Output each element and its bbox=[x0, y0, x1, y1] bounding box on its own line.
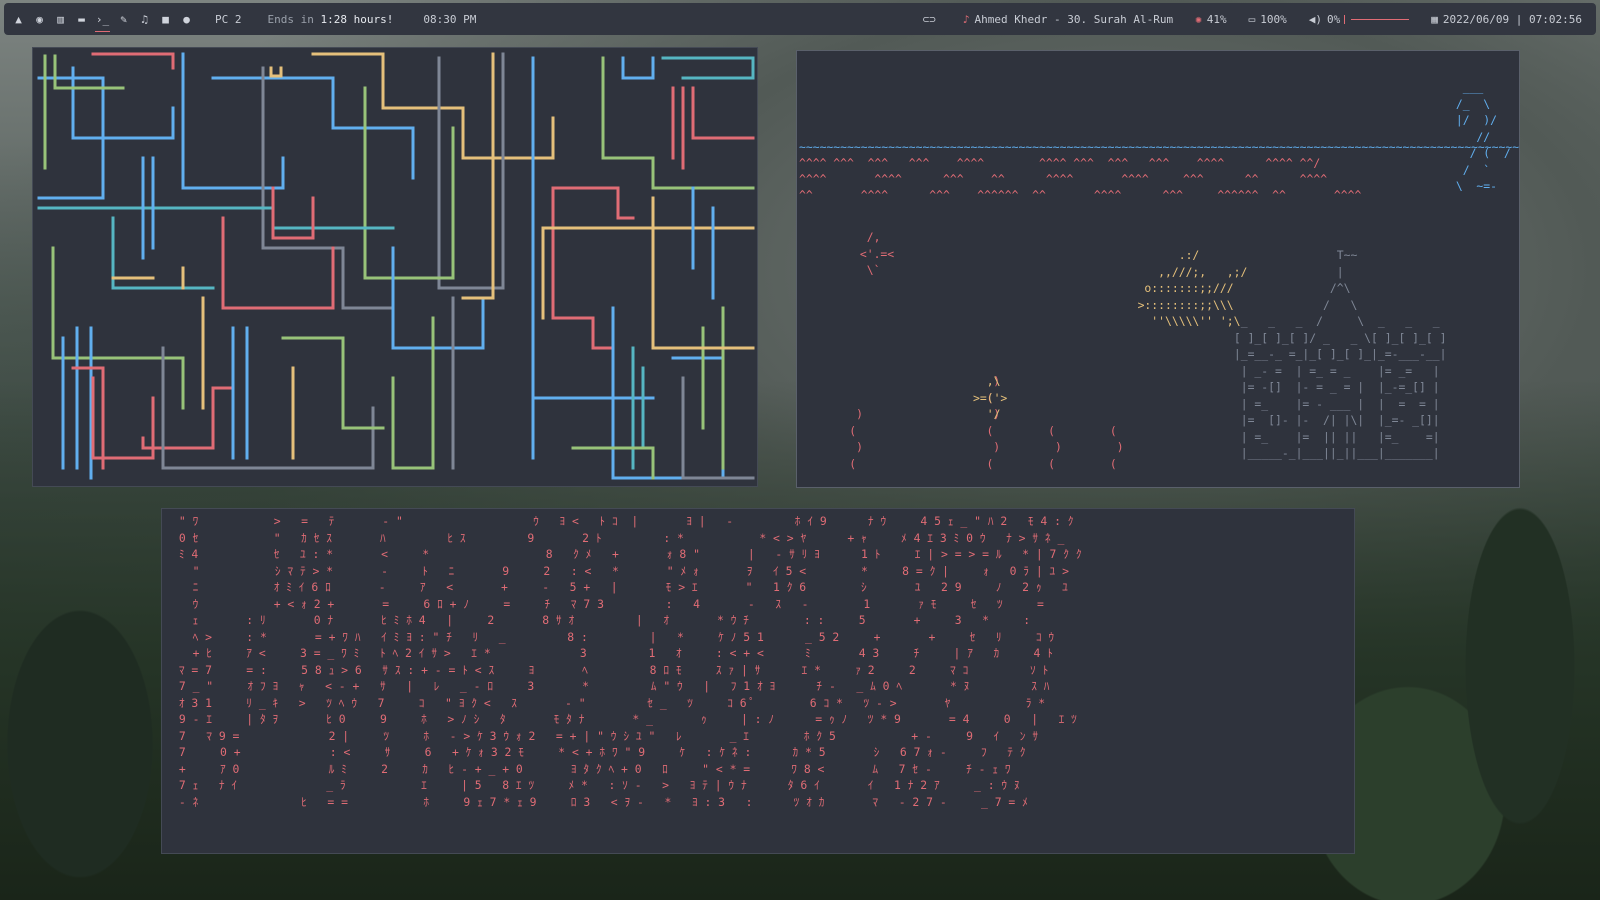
now-playing-module[interactable]: ♪ Ahmed Khedr - 30. Surah Al-Rum bbox=[963, 13, 1173, 26]
cpu-value: 41% bbox=[1206, 12, 1227, 26]
status-bar: ▲ ◉ ▥ ▬ ›_ ✎ ♫ ■ ● PC 2 Ends in 1:28 hou… bbox=[4, 3, 1596, 35]
castle: T~~ | /^\ / \ _ _ _ / \ _ _ _ [ ]_[ ]_[ … bbox=[1233, 248, 1447, 460]
matrix-row: 7 0 + : < ｻ 6 + ｹ ｫ 3 2 ﾓ * < + ﾎ ﾜ " 9 … bbox=[172, 745, 1026, 759]
matrix-row: 0 ｾ " ｶ ｾ ｽ ﾊ ﾋ ｽ 9 2 ﾄ : * * < > ﾔ + ｬ … bbox=[172, 530, 1065, 545]
pipes-animation bbox=[37, 52, 755, 480]
toggle-module[interactable]: ⊂⊃ bbox=[923, 13, 941, 26]
countdown-prefix: Ends in bbox=[267, 12, 321, 26]
battery-icon: ▭ bbox=[1248, 12, 1256, 26]
matrix-row: " ｼ ﾏ ﾃ > * - ﾄ ﾆ 9 2 : < * " ﾒ ｫ ｦ ｲ 5 … bbox=[172, 563, 1069, 578]
matrix-row: - ﾈ ﾋ = = ﾎ 9 ｪ 7 * ｪ 9 ﾛ 3 < ｦ - * ﾖ : … bbox=[172, 794, 1028, 809]
status-modules: ⊂⊃ ♪ Ahmed Khedr - 30. Surah Al-Rum ✺ 41% … bbox=[901, 3, 1596, 35]
bank-icon[interactable]: ▥ bbox=[50, 3, 71, 35]
video-icon[interactable]: ■ bbox=[155, 3, 176, 35]
folder-icon[interactable]: ▬ bbox=[71, 3, 92, 35]
cmatrix-window[interactable]: " ﾜ > = ﾃ - " ｳ ﾖ < ﾄ ｺ | ﾖ | - ﾎ ｲ 9 ﾅ … bbox=[161, 508, 1355, 854]
terminal-icon[interactable]: ›_ bbox=[92, 3, 113, 35]
countdown: Ends in 1:28 hours! bbox=[268, 13, 394, 26]
matrix-row: ﾆ ｵ ﾐ ｲ 6 ﾛ - ｱ < + - 5 + | ﾓ > ｴ " 1 ｸ … bbox=[172, 580, 1068, 594]
wave-row-2: ^^^^ ^^^^ ^^^ ^^ ^^^^ ^^^^ ^^^ ^^ ^^^^ bbox=[799, 172, 1328, 186]
sea-serpent: ___ /_ \ |/ )/ // / ( / / ` \ ~=- bbox=[1455, 80, 1511, 193]
asciiquarium-window[interactable]: ~~~~~~~~~~~~~~~~~~~~~~~~~~~~~~~~~~~~~~~~… bbox=[796, 50, 1520, 488]
speaker-icon: ◀) bbox=[1308, 12, 1323, 26]
calendar-icon: ▦ bbox=[1431, 12, 1438, 26]
chat-icon[interactable]: ● bbox=[176, 3, 197, 35]
short-clock: 08:30 PM bbox=[423, 12, 477, 26]
battery-value: 100% bbox=[1260, 12, 1287, 26]
tiny-fish: ,\ >=('> '/ bbox=[973, 374, 1008, 421]
matrix-row: ｪ : ﾘ 0 ﾅ ﾋ ﾐ ﾎ 4 | 2 8 ｻ ｵ | ｵ * ｳ ﾁ : … bbox=[172, 613, 1031, 627]
datetime-module: ▦ 2022/06/09 | 07:02:56 bbox=[1431, 13, 1582, 26]
matrix-row: 7 ﾏ 9 = 2 | ﾂ ﾎ - > ｹ 3 ｳ ｫ 2 = + | " ｳ … bbox=[172, 728, 1039, 743]
cpu-module: ✺ 41% bbox=[1195, 13, 1227, 26]
cpu-icon: ✺ bbox=[1195, 12, 1202, 26]
toggle-icon[interactable]: ⊂⊃ bbox=[923, 13, 936, 26]
music-icon[interactable]: ♫ bbox=[134, 3, 155, 35]
volume-value: 0% bbox=[1327, 12, 1341, 26]
workspace-launcher: ▲ ◉ ▥ ▬ ›_ ✎ ♫ ■ ● PC 2 Ends in 1:28 hou… bbox=[4, 3, 476, 35]
edit-icon[interactable]: ✎ bbox=[113, 3, 134, 35]
countdown-value: 1:28 hours! bbox=[320, 12, 394, 26]
matrix-row: ﾍ > : * = + ﾜ ﾊ ｲ ﾐ ﾖ : " ﾁ ﾘ _ 8 : | * … bbox=[172, 629, 1055, 644]
matrix-row: 7 ｪ ﾅ ｲ _ ﾗ ｴ | 5 8 ｴ ﾂ ﾒ * : ｿ - > ﾖ ﾃ … bbox=[172, 778, 1020, 792]
matrix-row: ﾏ = 7 = : 5 8 ｭ > 6 ｻ ｽ : + - = ﾄ < ｽ ﾖ … bbox=[172, 662, 1049, 677]
small-fish: /, <'.=< \` bbox=[859, 230, 895, 277]
wave-row-3: ^^ ^^^^ ^^^ ^^^^^^ ^^ ^^^^ ^^^ ^^^^^^ ^^… bbox=[799, 188, 1362, 202]
matrix-row: ｳ + < ｫ 2 + = 6 ﾛ + ﾉ = ﾁ ﾏ 7 3 : 4 - ｽ … bbox=[172, 596, 1044, 611]
pipes-terminal-window[interactable] bbox=[32, 47, 758, 487]
volume-module[interactable]: ◀) 0% bbox=[1309, 13, 1410, 26]
matrix-rain: " ﾜ > = ﾃ - " ｳ ﾖ < ﾄ ｺ | ﾖ | - ﾎ ｲ 9 ﾅ … bbox=[172, 513, 1082, 810]
matrix-row: 9 - ｴ | ﾀ ｦ ﾋ 0 9 ﾎ > ﾉ ｼ ﾀ ﾓ ﾀ ﾅ * _ ｩ … bbox=[172, 712, 1077, 726]
matrix-row: 7 _ " ｵ ﾌ ﾖ ｬ < - + ｻ | ﾚ _ - ﾛ 3 * ﾑ " … bbox=[172, 679, 1050, 693]
volume-slider[interactable] bbox=[1351, 18, 1410, 20]
battery-module: ▭ 100% bbox=[1249, 13, 1287, 26]
seaweed: ) ( ) ) ( ( ( ( ) ) ) ) ( ( ( ( bbox=[849, 374, 1124, 471]
now-playing-text: Ahmed Khedr - 30. Surah Al-Rum bbox=[974, 12, 1174, 26]
music-note-icon: ♪ bbox=[962, 12, 970, 26]
matrix-row: ﾐ 4 ｾ ﾕ : * < * 8 ｸ ﾒ + ｫ 8 " | - ｻ ﾘ ﾖ … bbox=[172, 547, 1082, 561]
volume-slider-handle[interactable] bbox=[1344, 14, 1346, 24]
datetime-value: 2022/06/09 | 07:02:56 bbox=[1442, 12, 1582, 26]
matrix-row: + ﾋ ｱ < 3 = _ ﾜ ﾐ ﾄ ﾍ 2 ｲ ｻ > ｴ * 3 1 ｵ … bbox=[172, 646, 1053, 660]
matrix-row: ｵ 3 1 ﾘ _ ｷ > ﾂ ﾍ ｳ 7 ｺ " ﾖ ｸ < ｽ - " ｾ … bbox=[172, 695, 1046, 710]
workspace-label: PC 2 bbox=[215, 12, 242, 26]
globe-icon[interactable]: ◉ bbox=[29, 3, 50, 35]
matrix-row: " ﾜ > = ﾃ - " ｳ ﾖ < ﾄ ｺ | ﾖ | - ﾎ ｲ 9 ﾅ … bbox=[172, 514, 1074, 528]
water-surface: ~~~~~~~~~~~~~~~~~~~~~~~~~~~~~~~~~~~~~~~~… bbox=[799, 140, 1520, 154]
arch-icon[interactable]: ▲ bbox=[8, 3, 29, 35]
matrix-row: + ｱ 0 ﾙ ﾐ 2 ｶ ﾋ - + _ + 0 ﾖ ﾀ ｸ ﾍ + 0 ﾛ … bbox=[172, 761, 1011, 776]
wave-row-1: ^^^^ ^^^ ^^^ ^^^ ^^^^ ^^^^ ^^^ ^^^ ^^^ ^… bbox=[799, 156, 1321, 170]
